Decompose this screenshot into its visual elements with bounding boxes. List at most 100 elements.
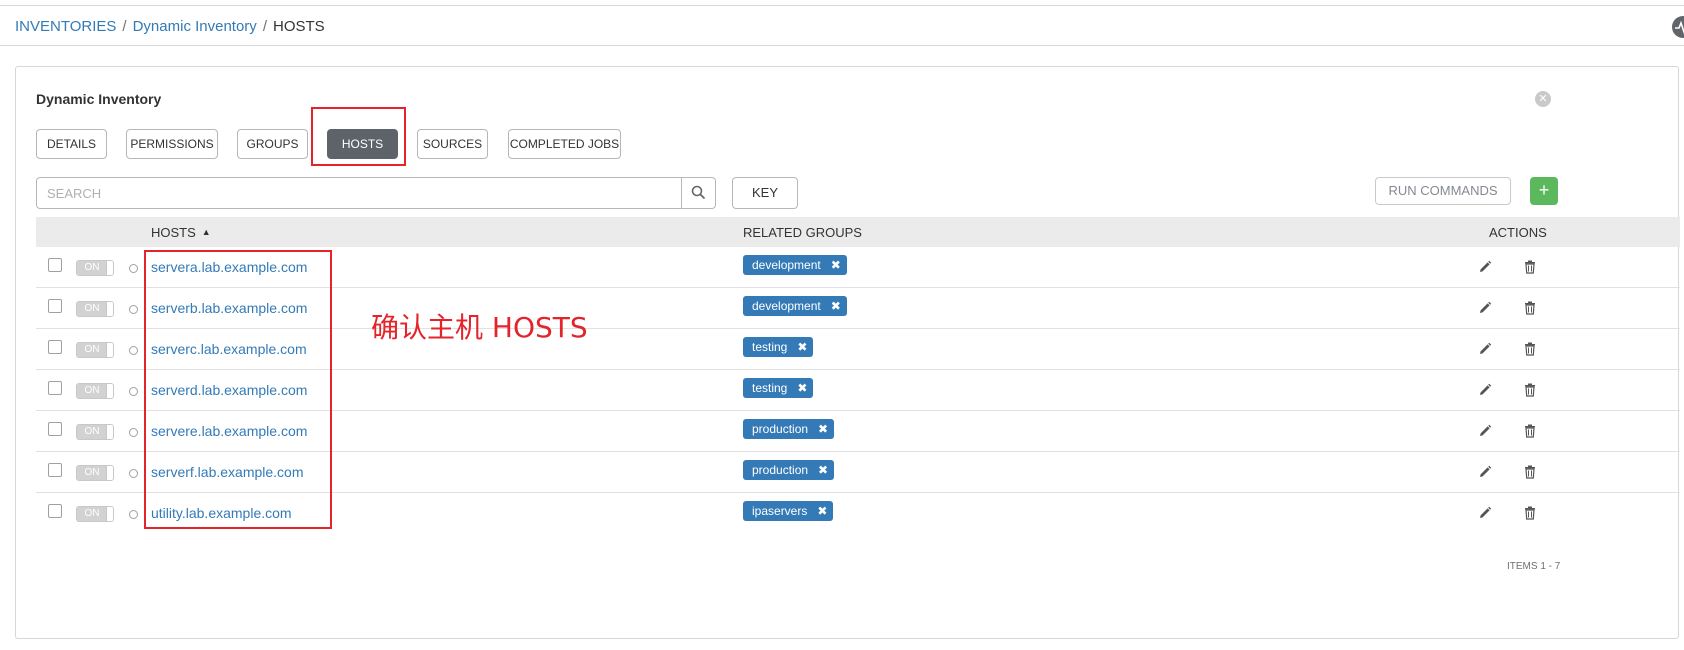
toggle-label: ON — [77, 261, 107, 275]
tab-hosts[interactable]: HOSTS — [327, 129, 398, 159]
host-enabled-toggle[interactable]: ON — [76, 424, 114, 440]
search-button[interactable] — [681, 178, 715, 208]
delete-icon[interactable] — [1524, 383, 1536, 402]
group-tag: testing ✖ — [743, 378, 814, 398]
host-enabled-toggle[interactable]: ON — [76, 342, 114, 358]
host-status-icon — [129, 264, 138, 273]
host-status-icon — [129, 428, 138, 437]
delete-icon[interactable] — [1524, 260, 1536, 279]
toggle-label: ON — [77, 302, 107, 316]
group-tag-label[interactable]: development — [752, 255, 821, 275]
breadcrumb: INVENTORIES / Dynamic Inventory / HOSTS — [15, 18, 325, 36]
delete-icon[interactable] — [1524, 506, 1536, 525]
host-name-link[interactable]: serverc.lab.example.com — [151, 341, 307, 357]
inventory-panel: Dynamic Inventory ✕ DETAILS PERMISSIONS … — [15, 66, 1680, 639]
remove-group-icon[interactable]: ✖ — [831, 255, 841, 275]
group-tag-label[interactable]: production — [752, 419, 808, 439]
group-tag-label[interactable]: development — [752, 296, 821, 316]
host-enabled-toggle[interactable]: ON — [76, 465, 114, 481]
search-box — [36, 177, 716, 209]
row-checkbox[interactable] — [48, 381, 62, 395]
host-status-icon — [129, 387, 138, 396]
close-icon[interactable]: ✕ — [1535, 91, 1551, 107]
group-tag-label[interactable]: production — [752, 460, 808, 480]
breadcrumb-inventories[interactable]: INVENTORIES — [15, 18, 116, 35]
host-name-link[interactable]: serverf.lab.example.com — [151, 464, 304, 480]
hosts-table: HOSTS ▲ RELATED GROUPS ACTIONS ON servera… — [36, 217, 1680, 534]
activity-stream-icon[interactable] — [1672, 16, 1684, 38]
row-checkbox[interactable] — [48, 422, 62, 436]
edit-icon[interactable] — [1478, 506, 1492, 525]
sort-ascending-icon: ▲ — [201, 227, 211, 237]
items-count: ITEMS 1 - 7 — [1507, 561, 1561, 572]
tab-completed-jobs[interactable]: COMPLETED JOBS — [508, 129, 621, 159]
run-commands-button[interactable]: RUN COMMANDS — [1375, 177, 1511, 205]
toggle-knob — [106, 302, 113, 316]
remove-group-icon[interactable]: ✖ — [818, 460, 828, 480]
breadcrumb-separator: / — [122, 18, 127, 35]
edit-icon[interactable] — [1478, 383, 1492, 402]
host-name-link[interactable]: utility.lab.example.com — [151, 505, 292, 521]
remove-group-icon[interactable]: ✖ — [797, 337, 807, 357]
toggle-knob — [106, 466, 113, 480]
edit-icon[interactable] — [1478, 260, 1492, 279]
column-actions: ACTIONS — [1489, 225, 1547, 240]
key-button[interactable]: KEY — [732, 177, 798, 209]
host-enabled-toggle[interactable]: ON — [76, 260, 114, 276]
delete-icon[interactable] — [1524, 342, 1536, 361]
host-name-link[interactable]: servere.lab.example.com — [151, 423, 307, 439]
remove-group-icon[interactable]: ✖ — [817, 501, 827, 521]
table-row: ON serverd.lab.example.com testing ✖ — [36, 370, 1680, 411]
tab-groups[interactable]: GROUPS — [237, 129, 308, 159]
add-host-button[interactable]: + — [1530, 177, 1558, 205]
tab-sources[interactable]: SOURCES — [417, 129, 488, 159]
tab-details[interactable]: DETAILS — [36, 129, 107, 159]
host-status-icon — [129, 510, 138, 519]
toggle-knob — [106, 261, 113, 275]
toggle-label: ON — [77, 384, 107, 398]
row-checkbox[interactable] — [48, 504, 62, 518]
search-icon — [691, 185, 706, 200]
table-row: ON serverc.lab.example.com testing ✖ — [36, 329, 1680, 370]
edit-icon[interactable] — [1478, 342, 1492, 361]
row-checkbox[interactable] — [48, 463, 62, 477]
delete-icon[interactable] — [1524, 465, 1536, 484]
search-input[interactable] — [37, 178, 681, 208]
table-row: ON utility.lab.example.com ipaservers ✖ — [36, 493, 1680, 534]
group-tag: testing ✖ — [743, 337, 814, 357]
edit-icon[interactable] — [1478, 465, 1492, 484]
group-tag-label[interactable]: ipaservers — [752, 501, 807, 521]
remove-group-icon[interactable]: ✖ — [831, 296, 841, 316]
remove-group-icon[interactable]: ✖ — [818, 419, 828, 439]
group-tag-label[interactable]: testing — [752, 378, 787, 398]
toggle-label: ON — [77, 343, 107, 357]
host-name-link[interactable]: serverd.lab.example.com — [151, 382, 307, 398]
table-row: ON servere.lab.example.com production ✖ — [36, 411, 1680, 452]
edit-icon[interactable] — [1478, 301, 1492, 320]
host-enabled-toggle[interactable]: ON — [76, 506, 114, 522]
toggle-label: ON — [77, 507, 107, 521]
toggle-knob — [106, 425, 113, 439]
host-name-link[interactable]: servera.lab.example.com — [151, 259, 307, 275]
table-row: ON servera.lab.example.com development ✖ — [36, 247, 1680, 288]
tab-permissions[interactable]: PERMISSIONS — [126, 129, 218, 159]
column-hosts[interactable]: HOSTS ▲ — [151, 225, 211, 240]
edit-icon[interactable] — [1478, 424, 1492, 443]
breadcrumb-dynamic-inventory[interactable]: Dynamic Inventory — [133, 18, 257, 35]
remove-group-icon[interactable]: ✖ — [797, 378, 807, 398]
row-checkbox[interactable] — [48, 258, 62, 272]
column-hosts-label: HOSTS — [151, 225, 196, 240]
table-row: ON serverf.lab.example.com production ✖ — [36, 452, 1680, 493]
delete-icon[interactable] — [1524, 301, 1536, 320]
group-tag-label[interactable]: testing — [752, 337, 787, 357]
panel-title: Dynamic Inventory — [36, 91, 162, 107]
group-tag: development ✖ — [743, 296, 847, 316]
row-checkbox[interactable] — [48, 299, 62, 313]
row-checkbox[interactable] — [48, 340, 62, 354]
host-enabled-toggle[interactable]: ON — [76, 301, 114, 317]
host-name-link[interactable]: serverb.lab.example.com — [151, 300, 307, 316]
toggle-label: ON — [77, 466, 107, 480]
toggle-knob — [106, 384, 113, 398]
host-enabled-toggle[interactable]: ON — [76, 383, 114, 399]
delete-icon[interactable] — [1524, 424, 1536, 443]
